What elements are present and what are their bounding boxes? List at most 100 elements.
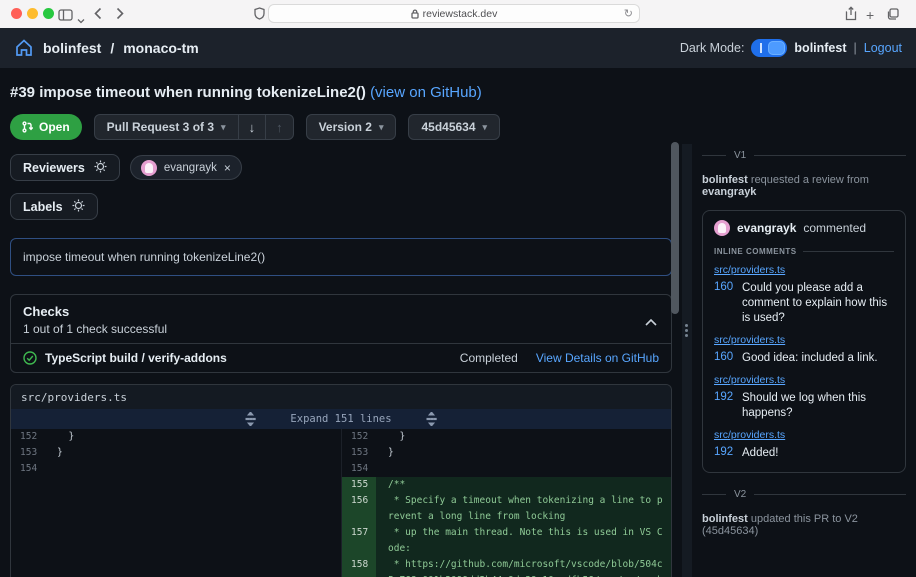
thread-comment: 160 Could you please add a comment to exp… — [714, 281, 894, 326]
checks-header[interactable]: Checks 1 out of 1 check successful — [11, 295, 671, 343]
tab-overview-icon[interactable] — [887, 7, 899, 25]
line-number[interactable]: 156 — [342, 493, 376, 525]
browser-chrome: reviewstack.dev ↻ + — [0, 0, 916, 28]
header-username: bolinfest — [794, 41, 847, 55]
expand-label: Expand 151 lines — [290, 413, 392, 425]
thread-line-number[interactable]: 160 — [714, 351, 736, 366]
commit-selector[interactable]: 45d45634 ▾ — [408, 114, 501, 140]
pr-state-label: Open — [39, 120, 70, 134]
code-text: * Specify a timeout when tokenizing a li… — [376, 493, 671, 525]
code-text: } — [388, 431, 406, 442]
thread-text: Added! — [742, 446, 779, 459]
pr-updated-event: bolinfest updated this PR to V2 (45d4563… — [702, 513, 906, 537]
line-number[interactable]: 158 — [342, 557, 376, 577]
chevron-down-icon: ▾ — [221, 121, 226, 132]
minimize-window-button[interactable] — [27, 8, 38, 19]
line-number[interactable]: 153 — [11, 445, 45, 461]
thread-comment: 160 Good idea: included a link. — [714, 351, 894, 366]
inline-comments-label: INLINE COMMENTS — [714, 247, 894, 256]
comment-author: evangrayk — [737, 221, 797, 235]
sidebar-toggle-icon[interactable] — [58, 8, 73, 26]
view-on-github-link[interactable]: (view on GitHub) — [370, 84, 482, 101]
thread-line-number[interactable]: 192 — [714, 446, 736, 461]
chevron-up-icon[interactable] — [645, 313, 657, 331]
repo-owner[interactable]: bolinfest — [43, 40, 101, 56]
line-number[interactable]: 153 — [342, 445, 376, 461]
version-selector[interactable]: Version 2 ▾ — [305, 114, 397, 140]
diff-panel: src/providers.ts Expand 151 lines 152 } 1… — [10, 384, 672, 577]
next-pr-button[interactable]: ↓ — [237, 115, 266, 139]
check-row: TypeScript build / verify-addons Complet… — [11, 343, 671, 372]
commit-message-input[interactable]: impose timeout when running tokenizeLine… — [10, 238, 672, 276]
forward-icon[interactable] — [116, 7, 124, 25]
logout-link[interactable]: Logout — [864, 41, 902, 55]
address-bar[interactable]: reviewstack.dev ↻ — [268, 4, 640, 23]
version-divider-v1: V1 — [702, 150, 906, 161]
privacy-shield-icon[interactable] — [254, 7, 265, 25]
diff-pane-after: 152 } 153} 154 155/** 156 * Specify a timeou… — [341, 429, 671, 577]
panel-splitter[interactable] — [682, 144, 692, 577]
previous-pr-button[interactable]: ↑ — [265, 115, 293, 139]
pull-request-selector[interactable]: Pull Request 3 of 3 ▾ — [95, 115, 238, 139]
splitter-grip-icon[interactable] — [685, 322, 688, 339]
line-number[interactable]: 155 — [342, 477, 376, 493]
remove-reviewer-button[interactable]: × — [224, 161, 231, 175]
event-actor: bolinfest — [702, 512, 748, 525]
home-icon[interactable] — [14, 38, 34, 58]
code-text: * up the main thread. Note this is used … — [376, 525, 671, 557]
diff-line-after-157: 157 * up the main thread. Note this is u… — [342, 525, 671, 557]
main-scrollbar-thumb[interactable] — [671, 142, 679, 314]
reviewer-chip: evangrayk × — [129, 155, 242, 180]
review-request-event: bolinfest requested a review from evangr… — [702, 174, 906, 198]
diff-pane-before: 152 } 153} 154 — [11, 429, 341, 577]
share-icon[interactable] — [845, 6, 857, 26]
gear-icon — [72, 199, 85, 215]
code-text: } — [57, 447, 63, 458]
diff-line-after-158: 158 * https://github.com/microsoft/vscod… — [342, 557, 671, 577]
pull-request-icon — [22, 121, 33, 133]
url-text: reviewstack.dev — [422, 7, 498, 20]
back-icon[interactable] — [94, 7, 102, 25]
code-text: * https://github.com/microsoft/vscode/bl… — [376, 557, 671, 577]
line-number[interactable]: 152 — [11, 429, 45, 445]
repo-name[interactable]: monaco-tm — [123, 40, 198, 56]
comment-card-header: evangrayk commented — [714, 220, 894, 236]
reload-icon[interactable]: ↻ — [624, 7, 633, 20]
checks-summary: 1 out of 1 check successful — [23, 322, 168, 336]
line-number[interactable]: 157 — [342, 525, 376, 557]
thread-text: Good idea: included a link. — [742, 351, 878, 364]
close-window-button[interactable] — [11, 8, 22, 19]
avatar — [714, 220, 730, 236]
line-number[interactable]: 152 — [342, 429, 376, 445]
new-tab-icon[interactable]: + — [866, 7, 874, 23]
dark-mode-toggle[interactable] — [751, 39, 788, 57]
expand-lines-bar[interactable]: Expand 151 lines — [11, 409, 671, 429]
line-number[interactable]: 154 — [342, 461, 376, 477]
thread-line-number[interactable]: 160 — [714, 281, 736, 326]
thread-file-link[interactable]: src/providers.ts — [714, 264, 785, 276]
thread-file-link[interactable]: src/providers.ts — [714, 334, 785, 346]
diff-line-before-153: 153} — [11, 445, 341, 461]
diff-line-after-152: 152 } — [342, 429, 671, 445]
line-number[interactable]: 154 — [11, 461, 45, 477]
zoom-window-button[interactable] — [43, 8, 54, 19]
comment-action: commented — [803, 221, 867, 235]
diff-line-after-154: 154 — [342, 461, 671, 477]
labels-button[interactable]: Labels — [10, 193, 98, 220]
checks-title: Checks — [23, 304, 70, 319]
check-status: Completed — [459, 351, 518, 365]
reviewers-button[interactable]: Reviewers — [10, 154, 120, 181]
unfold-icon — [426, 412, 437, 426]
check-details-link[interactable]: View Details on GitHub — [536, 351, 659, 365]
thread-text: Could you please add a comment to explai… — [742, 282, 888, 324]
check-success-icon — [23, 351, 37, 365]
pr-selector-group: Pull Request 3 of 3 ▾ ↓ ↑ — [93, 114, 294, 140]
thread-file-link[interactable]: src/providers.ts — [714, 374, 785, 386]
reviewer-name: evangrayk — [163, 161, 217, 174]
sidebar-chevron-icon[interactable] — [77, 11, 85, 29]
thread-file-link[interactable]: src/providers.ts — [714, 429, 785, 441]
thread-line-number[interactable]: 192 — [714, 391, 736, 421]
pr-state-badge: Open — [10, 114, 82, 140]
timeline-sidebar: V1 bolinfest requested a review from eva… — [692, 144, 916, 577]
code-text: /** — [376, 477, 671, 493]
